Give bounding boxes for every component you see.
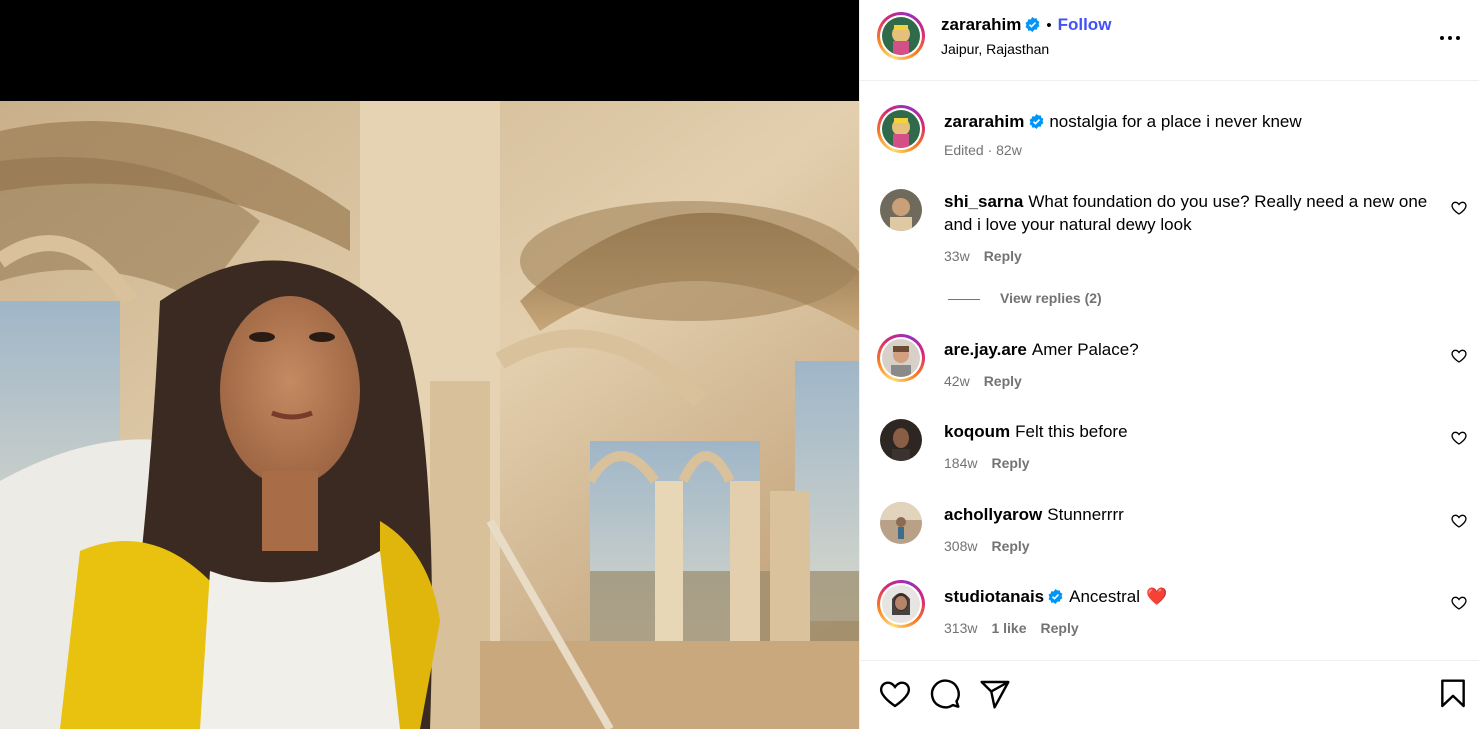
comment-body: Amer Palace? bbox=[1031, 340, 1139, 359]
caption-username[interactable]: zararahim bbox=[944, 112, 1024, 131]
post-location[interactable]: Jaipur, Rajasthan bbox=[941, 41, 1049, 57]
commenter-avatar[interactable] bbox=[877, 334, 925, 382]
comment-icon[interactable] bbox=[929, 678, 961, 710]
caption-avatar-image bbox=[882, 110, 920, 148]
post-side-panel: zararahim • Follow Jaipur, Rajasthan zarar… bbox=[859, 0, 1479, 729]
view-replies-button[interactable]: View replies (2) bbox=[948, 290, 1102, 306]
more-horizontal-icon[interactable] bbox=[1438, 26, 1462, 50]
commenter-avatar-image bbox=[882, 339, 920, 377]
comment-username[interactable]: koqoum bbox=[944, 422, 1010, 441]
caption-author-avatar[interactable] bbox=[877, 105, 925, 153]
instagram-post-view: zararahim • Follow Jaipur, Rajasthan zarar… bbox=[0, 0, 1479, 729]
bookmark-icon[interactable] bbox=[1437, 678, 1469, 710]
verified-badge-icon bbox=[1029, 114, 1044, 129]
comment-time[interactable]: 313w bbox=[944, 620, 977, 636]
comment-username[interactable]: shi_sarna bbox=[944, 192, 1023, 211]
comment-text: achollyarow Stunnerrrr bbox=[944, 503, 1439, 526]
caption-text: nostalgia for a place i never knew bbox=[1049, 112, 1302, 131]
verified-badge-icon bbox=[1048, 589, 1063, 604]
reply-button[interactable]: Reply bbox=[984, 373, 1022, 389]
comment-text: are.jay.are Amer Palace? bbox=[944, 338, 1439, 361]
photo-illustration bbox=[0, 101, 859, 729]
commenter-avatar-image bbox=[882, 585, 920, 623]
comment-time[interactable]: 42w bbox=[944, 373, 970, 389]
like-comment-heart-icon[interactable] bbox=[1451, 200, 1467, 216]
comment-body: Stunnerrrr bbox=[1047, 505, 1124, 524]
comment-username[interactable]: studiotanais bbox=[944, 587, 1044, 606]
view-replies-label: View replies (2) bbox=[1000, 290, 1102, 306]
share-icon[interactable] bbox=[979, 678, 1011, 710]
reply-button[interactable]: Reply bbox=[991, 455, 1029, 471]
comment-meta: 42w Reply bbox=[944, 373, 1036, 389]
heart-icon[interactable] bbox=[879, 678, 911, 710]
reply-button[interactable]: Reply bbox=[991, 538, 1029, 554]
comment-likes[interactable]: 1 like bbox=[991, 620, 1026, 636]
comment-time[interactable]: 33w bbox=[944, 248, 970, 264]
comment-text: shi_sarna What foundation do you use? Rea… bbox=[944, 190, 1439, 236]
caption-meta: Edited · 82w bbox=[944, 142, 1022, 158]
comment-meta: 313w 1 like Reply bbox=[944, 620, 1093, 636]
verified-badge-icon bbox=[1025, 17, 1040, 32]
commenter-avatar[interactable] bbox=[880, 189, 922, 231]
post-header: zararahim • Follow Jaipur, Rajasthan bbox=[860, 0, 1479, 81]
separator-dot: • bbox=[1046, 17, 1052, 34]
author-line: zararahim • Follow bbox=[941, 15, 1111, 35]
comment-meta: 184w Reply bbox=[944, 455, 1044, 471]
author-avatar-image bbox=[882, 17, 920, 55]
commenter-avatar[interactable] bbox=[880, 502, 922, 544]
commenter-avatar[interactable] bbox=[880, 419, 922, 461]
comments-list[interactable]: zararahim nostalgia for a place i never k… bbox=[860, 82, 1479, 660]
reply-button[interactable]: Reply bbox=[984, 248, 1022, 264]
comment-username[interactable]: achollyarow bbox=[944, 505, 1042, 524]
author-username[interactable]: zararahim bbox=[941, 15, 1021, 34]
reply-button[interactable]: Reply bbox=[1041, 620, 1079, 636]
author-avatar[interactable] bbox=[877, 12, 925, 60]
comment-time[interactable]: 184w bbox=[944, 455, 977, 471]
post-action-bar bbox=[860, 660, 1479, 729]
like-comment-heart-icon[interactable] bbox=[1451, 513, 1467, 529]
comment-meta: 33w Reply bbox=[944, 248, 1036, 264]
replies-line bbox=[948, 298, 980, 300]
comment-username[interactable]: are.jay.are bbox=[944, 340, 1027, 359]
comment-body: Felt this before bbox=[1015, 422, 1128, 441]
like-comment-heart-icon[interactable] bbox=[1451, 348, 1467, 364]
comment-text: studiotanais Ancestral ❤️ bbox=[944, 585, 1439, 608]
comment-body: Ancestral bbox=[1069, 587, 1140, 606]
post-caption: zararahim nostalgia for a place i never k… bbox=[944, 110, 1439, 133]
red-heart-emoji: ❤️ bbox=[1146, 587, 1168, 606]
commenter-avatar[interactable] bbox=[877, 580, 925, 628]
comment-meta: 308w Reply bbox=[944, 538, 1044, 554]
follow-button[interactable]: Follow bbox=[1058, 15, 1112, 34]
like-comment-heart-icon[interactable] bbox=[1451, 430, 1467, 446]
post-media bbox=[0, 0, 859, 729]
like-comment-heart-icon[interactable] bbox=[1451, 595, 1467, 611]
comment-text: koqoum Felt this before bbox=[944, 420, 1439, 443]
comment-time[interactable]: 308w bbox=[944, 538, 977, 554]
post-photo[interactable] bbox=[0, 101, 859, 729]
